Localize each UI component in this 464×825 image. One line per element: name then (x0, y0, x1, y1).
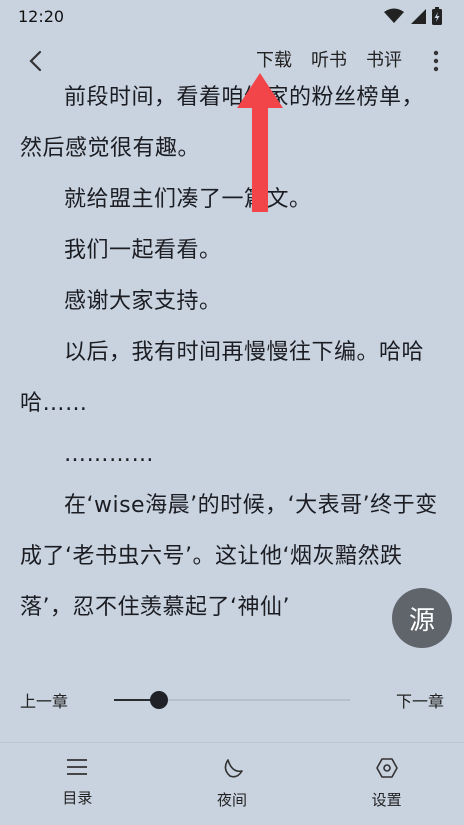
paragraph: 就给盟主们凑了一篇文。 (64, 187, 312, 212)
night-label: 夜间 (216, 791, 247, 809)
battery-charging-icon (432, 7, 442, 25)
chapter-progress-slider[interactable] (114, 691, 350, 709)
paragraph: 在‘wise海晨’的时候，‘大表哥’终于变成了‘老书虫六号’。这让他‘烟灰黯然跌… (20, 493, 438, 620)
slider-thumb[interactable] (149, 691, 168, 709)
status-bar: 12:20 (0, 0, 464, 32)
top-actions: 下载 听书 书评 (256, 46, 402, 72)
listen-button[interactable]: 听书 (311, 46, 347, 72)
reading-content[interactable]: 前段时间，看着咱们家的粉丝榜单，然后感觉很有趣。 就给盟主们凑了一篇文。 我们一… (20, 72, 444, 652)
annotation-arrow-icon (237, 73, 283, 212)
gear-icon (375, 758, 398, 778)
night-mode-button[interactable]: 夜间 (182, 757, 282, 810)
paragraph: ………… (64, 442, 154, 467)
status-time: 12:20 (18, 6, 65, 26)
toc-button[interactable]: 目录 (27, 757, 127, 808)
more-vertical-icon (433, 50, 439, 72)
toc-label: 目录 (62, 789, 93, 807)
chevron-left-icon (29, 50, 42, 72)
paragraph: 以后，我有时间再慢慢往下编。哈哈哈…… (20, 340, 425, 416)
settings-label: 设置 (371, 791, 402, 809)
download-button[interactable]: 下载 (256, 46, 292, 72)
menu-list-icon (67, 759, 88, 775)
paragraph: 前段时间，看着咱们家的粉丝榜单，然后感觉很有趣。 (20, 85, 425, 161)
bottom-toolbar: 目录 夜间 设置 (0, 742, 464, 825)
wifi-icon (384, 8, 404, 23)
more-options-button[interactable] (426, 48, 446, 74)
paragraph: 感谢大家支持。 (64, 289, 222, 314)
paragraph: 我们一起看看。 (64, 238, 222, 263)
prev-chapter-button[interactable]: 上一章 (20, 688, 68, 712)
next-chapter-button[interactable]: 下一章 (396, 688, 444, 712)
settings-button[interactable]: 设置 (337, 757, 437, 810)
source-button[interactable]: 源 (392, 588, 452, 648)
moon-icon (224, 759, 243, 778)
chapter-navigation: 上一章 下一章 (0, 680, 464, 720)
cellular-signal-icon (411, 9, 426, 24)
back-button[interactable] (22, 48, 48, 74)
status-icons (384, 7, 442, 25)
review-button[interactable]: 书评 (366, 46, 402, 72)
